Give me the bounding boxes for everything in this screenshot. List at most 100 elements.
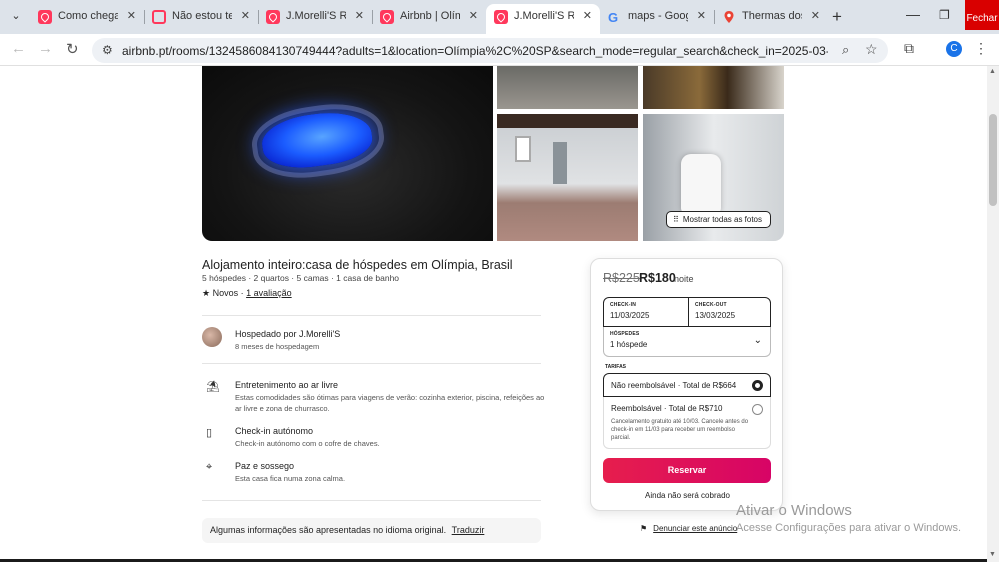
close-tab-icon[interactable]: ✕: [697, 9, 706, 22]
host-subtitle: 8 meses de hospedagem: [235, 342, 320, 351]
host-avatar[interactable]: [202, 327, 222, 347]
forward-icon[interactable]: →: [38, 40, 53, 57]
tab-1[interactable]: Como chegar ✕: [30, 0, 144, 34]
checkout-value: 13/03/2025: [695, 311, 736, 320]
report-listing[interactable]: ⚑ Denunciar este anúncio: [640, 524, 737, 533]
back-icon[interactable]: ←: [11, 40, 26, 57]
scrollbar-thumb[interactable]: [989, 114, 997, 206]
close-tab-icon[interactable]: ✕: [241, 9, 250, 22]
tab-title: Não estou ten: [172, 10, 232, 22]
google-icon: G: [608, 10, 619, 25]
guests-select[interactable]: HÓSPEDES 1 hóspede ⌄: [603, 327, 771, 357]
windows-activation-title: Ativar o Windows: [736, 502, 852, 519]
tab-6[interactable]: G maps - Googl ✕: [600, 0, 714, 34]
airbnb-icon: [38, 10, 52, 24]
minimize-icon[interactable]: —: [906, 6, 920, 22]
tab-title: maps - Googl: [628, 10, 688, 22]
rates-label: TARIFAS: [605, 364, 627, 370]
show-all-photos-label: Mostrar todas as fotos: [682, 215, 763, 224]
photo-exterior[interactable]: [497, 114, 638, 241]
photo-floor[interactable]: [497, 66, 638, 109]
browser-menu-icon[interactable]: ⋮: [974, 40, 988, 57]
photo-roof: [497, 114, 638, 128]
scroll-up-icon[interactable]: ▲: [989, 68, 996, 75]
price-unit: noite: [674, 274, 694, 284]
booking-card: R$225 R$180 noite CHECK-IN 11/03/2025 CH…: [590, 258, 783, 511]
photo-room[interactable]: [643, 66, 784, 109]
page-scrollbar[interactable]: ▲ ▼: [987, 66, 999, 562]
checkin-value: 11/03/2025: [610, 311, 650, 320]
radio-unselected[interactable]: [752, 404, 763, 415]
show-all-photos-button[interactable]: ⠿ Mostrar todas as fotos: [666, 211, 771, 228]
rate-option-label: Reembolsável · Total de R$710: [611, 404, 723, 413]
listing-title: Alojamento inteiro:casa de hóspedes em O…: [202, 258, 513, 272]
flag-icon: ⚑: [640, 524, 648, 533]
discounted-price: R$180: [639, 271, 676, 285]
tab-4[interactable]: Airbnb | Olímp ✕: [372, 0, 486, 34]
tab-3[interactable]: J.Morelli'S Res ✕: [258, 0, 372, 34]
door-icon: ▯: [206, 427, 213, 439]
feature-title: Entretenimento ao ar livre: [235, 380, 339, 390]
original-price: R$225: [603, 271, 640, 285]
rate-option-refundable[interactable]: Reembolsável · Total de R$710 Cancelamen…: [603, 397, 771, 449]
grid-icon: ⠿: [673, 215, 679, 224]
address-bar[interactable]: ⚙ airbnb.pt/rooms/1324586084130749444?ad…: [92, 38, 888, 63]
feature-title: Check-in autónomo: [235, 426, 314, 436]
tab-title: Airbnb | Olímp: [400, 10, 460, 22]
tab-bar: ⌄ Como chegar ✕ Não estou ten ✕ J.Morell…: [0, 0, 999, 34]
url-text[interactable]: airbnb.pt/rooms/1324586084130749444?adul…: [122, 44, 828, 58]
feature-description: Check-in autónomo com o cofre de chaves.: [235, 439, 380, 448]
rate-option-label: Não reembolsável · Total de R$664: [611, 381, 737, 390]
translate-link[interactable]: Traduzir: [452, 525, 485, 535]
tab-title: J.Morelli'S Res: [514, 10, 574, 22]
zoom-icon[interactable]: ⌕: [842, 42, 849, 58]
tab-5-active[interactable]: J.Morelli'S Res ✕: [486, 0, 600, 34]
close-tab-icon[interactable]: ✕: [469, 9, 478, 22]
scroll-down-icon[interactable]: ▼: [989, 551, 996, 558]
checkout-label: CHECK-OUT: [695, 302, 727, 308]
tab-search-dropdown[interactable]: ⌄: [6, 6, 26, 26]
translation-notice-text: Algumas informações são apresentadas no …: [210, 525, 447, 535]
translation-notice: Algumas informações são apresentadas no …: [202, 518, 541, 543]
close-tab-icon[interactable]: ✕: [583, 9, 592, 22]
bookmark-star-icon[interactable]: ☆: [865, 41, 878, 58]
reload-icon[interactable]: ↻: [66, 40, 79, 58]
feature-description: Estas comodidades são ótimas para viagen…: [235, 393, 545, 413]
reviews-link[interactable]: 1 avaliação: [246, 288, 292, 298]
close-tab-icon[interactable]: ✕: [811, 9, 820, 22]
checkin-label: CHECK-IN: [610, 302, 637, 308]
main-photo-pool[interactable]: [202, 66, 493, 241]
airbnb-icon: [380, 10, 394, 24]
tab-title: Thermas dos: [742, 10, 802, 22]
airbnb-icon: [494, 10, 508, 24]
reserve-button[interactable]: Reservar: [603, 458, 771, 483]
location-pin-icon: ⌖: [206, 461, 213, 473]
rate-option-nonrefundable[interactable]: Não reembolsável · Total de R$664: [603, 373, 771, 397]
tab-2[interactable]: Não estou ten ✕: [144, 0, 258, 34]
divider: [202, 363, 541, 364]
rating-label: ★ Novos ·: [202, 288, 244, 298]
date-picker: CHECK-IN 11/03/2025 CHECK-OUT 13/03/2025: [603, 297, 771, 327]
extensions-icon[interactable]: ⧉: [904, 40, 914, 57]
photo-toilet: [681, 154, 721, 214]
report-listing-link[interactable]: Denunciar este anúncio: [653, 524, 737, 533]
profile-avatar[interactable]: C: [946, 41, 962, 57]
rating-row: ★ Novos · 1 avaliação: [202, 288, 292, 299]
new-tab-icon[interactable]: +: [832, 7, 842, 27]
tab-7[interactable]: Thermas dos ✕: [714, 0, 828, 34]
close-tab-icon[interactable]: ✕: [127, 9, 136, 22]
radio-selected[interactable]: [752, 380, 763, 391]
divider: [202, 500, 541, 501]
host-name: Hospedado por J.Morelli'S: [235, 329, 341, 339]
checkout-field[interactable]: CHECK-OUT 13/03/2025: [688, 298, 772, 327]
feature-description: Esta casa fica numa zona calma.: [235, 474, 346, 483]
browser-toolbar: ← → ↻ ⚙ airbnb.pt/rooms/1324586084130749…: [0, 34, 999, 66]
windows-activation-subtitle: Acesse Configurações para ativar o Windo…: [736, 522, 961, 534]
rate-option-description: Cancelamento gratuito até 10/03. Cancele…: [611, 419, 749, 441]
maps-pin-icon: [722, 10, 736, 24]
site-settings-icon[interactable]: ⚙: [102, 43, 113, 57]
restore-icon[interactable]: ❐: [939, 8, 950, 22]
close-window-button[interactable]: Fechar: [965, 0, 999, 30]
checkin-field[interactable]: CHECK-IN 11/03/2025: [604, 298, 688, 327]
close-tab-icon[interactable]: ✕: [355, 9, 364, 22]
